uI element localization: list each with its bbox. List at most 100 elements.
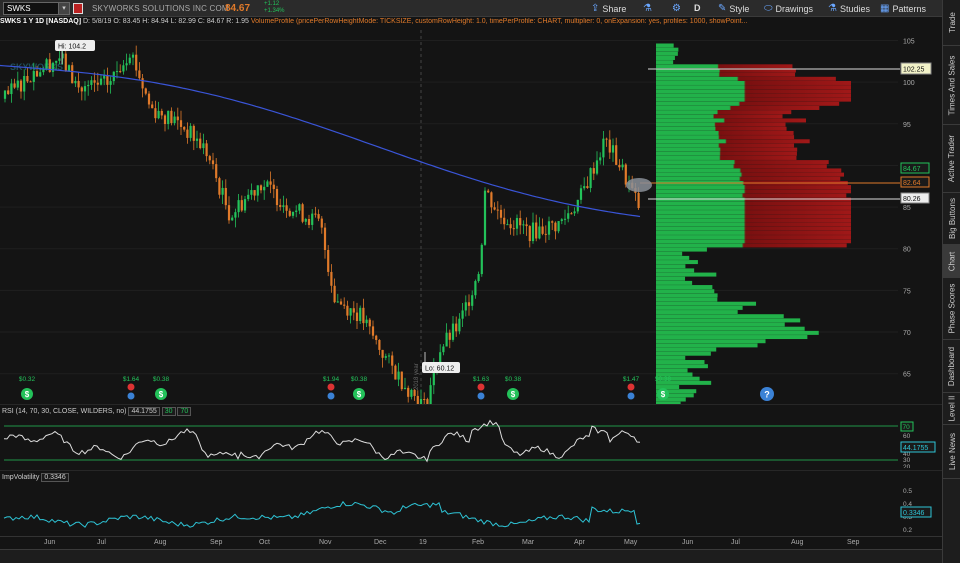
drawings-button[interactable]: ⬭ Drawings	[764, 3, 813, 14]
profile-bar	[656, 60, 674, 65]
profile-bar	[656, 101, 840, 106]
candle-body	[346, 305, 349, 316]
earnings-icon[interactable]	[127, 383, 135, 391]
side-tab-chart[interactable]: Chart	[943, 245, 960, 278]
dividend-amount: $1.94	[323, 376, 340, 383]
side-tab-label: Active Trader	[947, 134, 957, 183]
iv-title[interactable]: ImpVolatility	[2, 474, 39, 481]
earnings-icon[interactable]	[477, 383, 485, 391]
iv-value: 0.3346	[903, 510, 925, 517]
earnings-icon[interactable]	[327, 383, 335, 391]
candle-body	[211, 160, 215, 165]
earnings-quarter-icon[interactable]	[477, 392, 485, 400]
side-tab-times-and-sales[interactable]: Times And Sales	[943, 46, 960, 125]
earnings-icon[interactable]	[627, 383, 635, 391]
month-label: May	[624, 539, 638, 546]
earnings-quarter-icon[interactable]	[127, 392, 135, 400]
profile-bar	[656, 47, 679, 52]
dividend-icon-glyph: $	[357, 390, 362, 399]
profile-bar	[656, 105, 820, 110]
candle-body	[195, 138, 199, 141]
side-tab-phase-scores[interactable]: Phase Scores	[943, 278, 960, 340]
candle-body	[170, 110, 173, 124]
earnings-quarter-icon[interactable]	[327, 392, 335, 400]
rsi-value-label: 44.1755	[900, 441, 936, 453]
candle-body	[13, 83, 16, 88]
impvolatility-panel[interactable]: 0.50.40.30.2 0.3346	[0, 470, 942, 536]
highlight-ellipse[interactable]	[626, 178, 652, 192]
price-change: +1.12 +1.34%	[264, 1, 285, 15]
period-button[interactable]: D	[694, 3, 701, 13]
flag-icon[interactable]	[73, 3, 83, 14]
price-tick: 65	[903, 372, 911, 379]
candle-body	[87, 84, 90, 87]
candle-body	[496, 209, 499, 211]
profile-bar	[656, 122, 786, 127]
profile-bar	[656, 139, 810, 144]
side-tab-big-buttons[interactable]: Big Buttons	[943, 193, 960, 245]
hi-label: Hi: 104.2	[55, 40, 95, 64]
style-icon: ✎	[718, 3, 727, 14]
profile-bar	[656, 93, 851, 98]
side-tab-trade[interactable]: Trade	[943, 0, 960, 46]
candle-body	[234, 212, 237, 218]
rsi-tick: 20	[903, 464, 911, 468]
profile-bar	[656, 126, 787, 131]
rsi-title[interactable]: RSI (14, 70, 30, CLOSE, WILDERS, no)	[2, 408, 127, 415]
event-markers: $0.32 $ $1.64 $0.38 $ $1.94 $0.38 $ $1.63 $0.38 $ $…	[19, 376, 672, 400]
candle-body	[192, 125, 195, 141]
hi-label-text: Hi: 104.2	[58, 44, 86, 51]
profile-bar	[656, 268, 695, 273]
candle-body	[407, 387, 410, 397]
ohlc-close: C: 84.67	[197, 18, 225, 25]
patterns-button[interactable]: ▦ Patterns	[880, 3, 926, 14]
profile-bar	[656, 114, 783, 119]
candle-body	[39, 72, 42, 77]
candle-body	[80, 87, 83, 92]
last-value: 84.67	[903, 166, 921, 173]
candle-body	[35, 71, 39, 77]
earnings-quarter-icon[interactable]	[627, 392, 635, 400]
side-tab-dashboard[interactable]: Dashboard	[943, 340, 960, 393]
profile-bar	[656, 276, 686, 281]
candle-body	[243, 199, 247, 211]
settings-button[interactable]: ⚙	[672, 3, 681, 14]
candle-body	[608, 139, 611, 153]
chart-title: SWKS 1 Y 1D [NASDAQ]	[0, 18, 82, 25]
candle-body	[115, 71, 119, 73]
candle-body	[163, 115, 167, 125]
month-label: Nov	[319, 539, 332, 546]
candle-body	[32, 71, 35, 82]
profile-bar	[656, 168, 842, 173]
profile-bar	[656, 351, 711, 356]
candle-body	[7, 90, 10, 95]
side-tab-level-ii[interactable]: Level II	[943, 393, 960, 425]
candle-body	[429, 385, 432, 404]
rsi-header: RSI (14, 70, 30, CLOSE, WILDERS, no) 44.…	[2, 407, 192, 416]
profile-bar	[656, 330, 819, 335]
rsi-ob-value: 70	[903, 424, 911, 431]
profile-bar	[656, 322, 785, 327]
candle-body	[355, 312, 359, 322]
side-tab-live-news[interactable]: Live News	[943, 425, 960, 479]
profile-bar	[656, 218, 851, 223]
bottom-scrollbar[interactable]	[0, 549, 942, 563]
volume-profile-study-label[interactable]: VolumeProfile (pricePerRowHeightMode: TI…	[251, 18, 748, 25]
ohlc-date: D: 5/8/19	[83, 18, 112, 25]
help-icon[interactable]: ?	[760, 387, 774, 401]
dividend-icon-glyph: $	[511, 390, 516, 399]
profile-bar	[656, 80, 851, 85]
candle-body	[599, 157, 602, 161]
symbol-dropdown-button[interactable]: ▾	[58, 2, 70, 15]
candle-body	[269, 181, 272, 185]
flask-button[interactable]: ⚗	[643, 3, 652, 14]
share-button[interactable]: ⇪ Share	[591, 3, 626, 14]
price-chart[interactable]: SKYWORKS Hi: 104.2 Lo: 60.12 2018 year 1…	[0, 30, 942, 404]
candle-body	[509, 224, 512, 229]
candle-body	[122, 65, 125, 72]
side-tab-active-trader[interactable]: Active Trader	[943, 125, 960, 193]
studies-button[interactable]: ⚗ Studies	[828, 3, 870, 14]
style-button[interactable]: ✎ Style	[718, 3, 749, 14]
candle-body	[237, 200, 240, 213]
profile-bar	[656, 289, 715, 294]
